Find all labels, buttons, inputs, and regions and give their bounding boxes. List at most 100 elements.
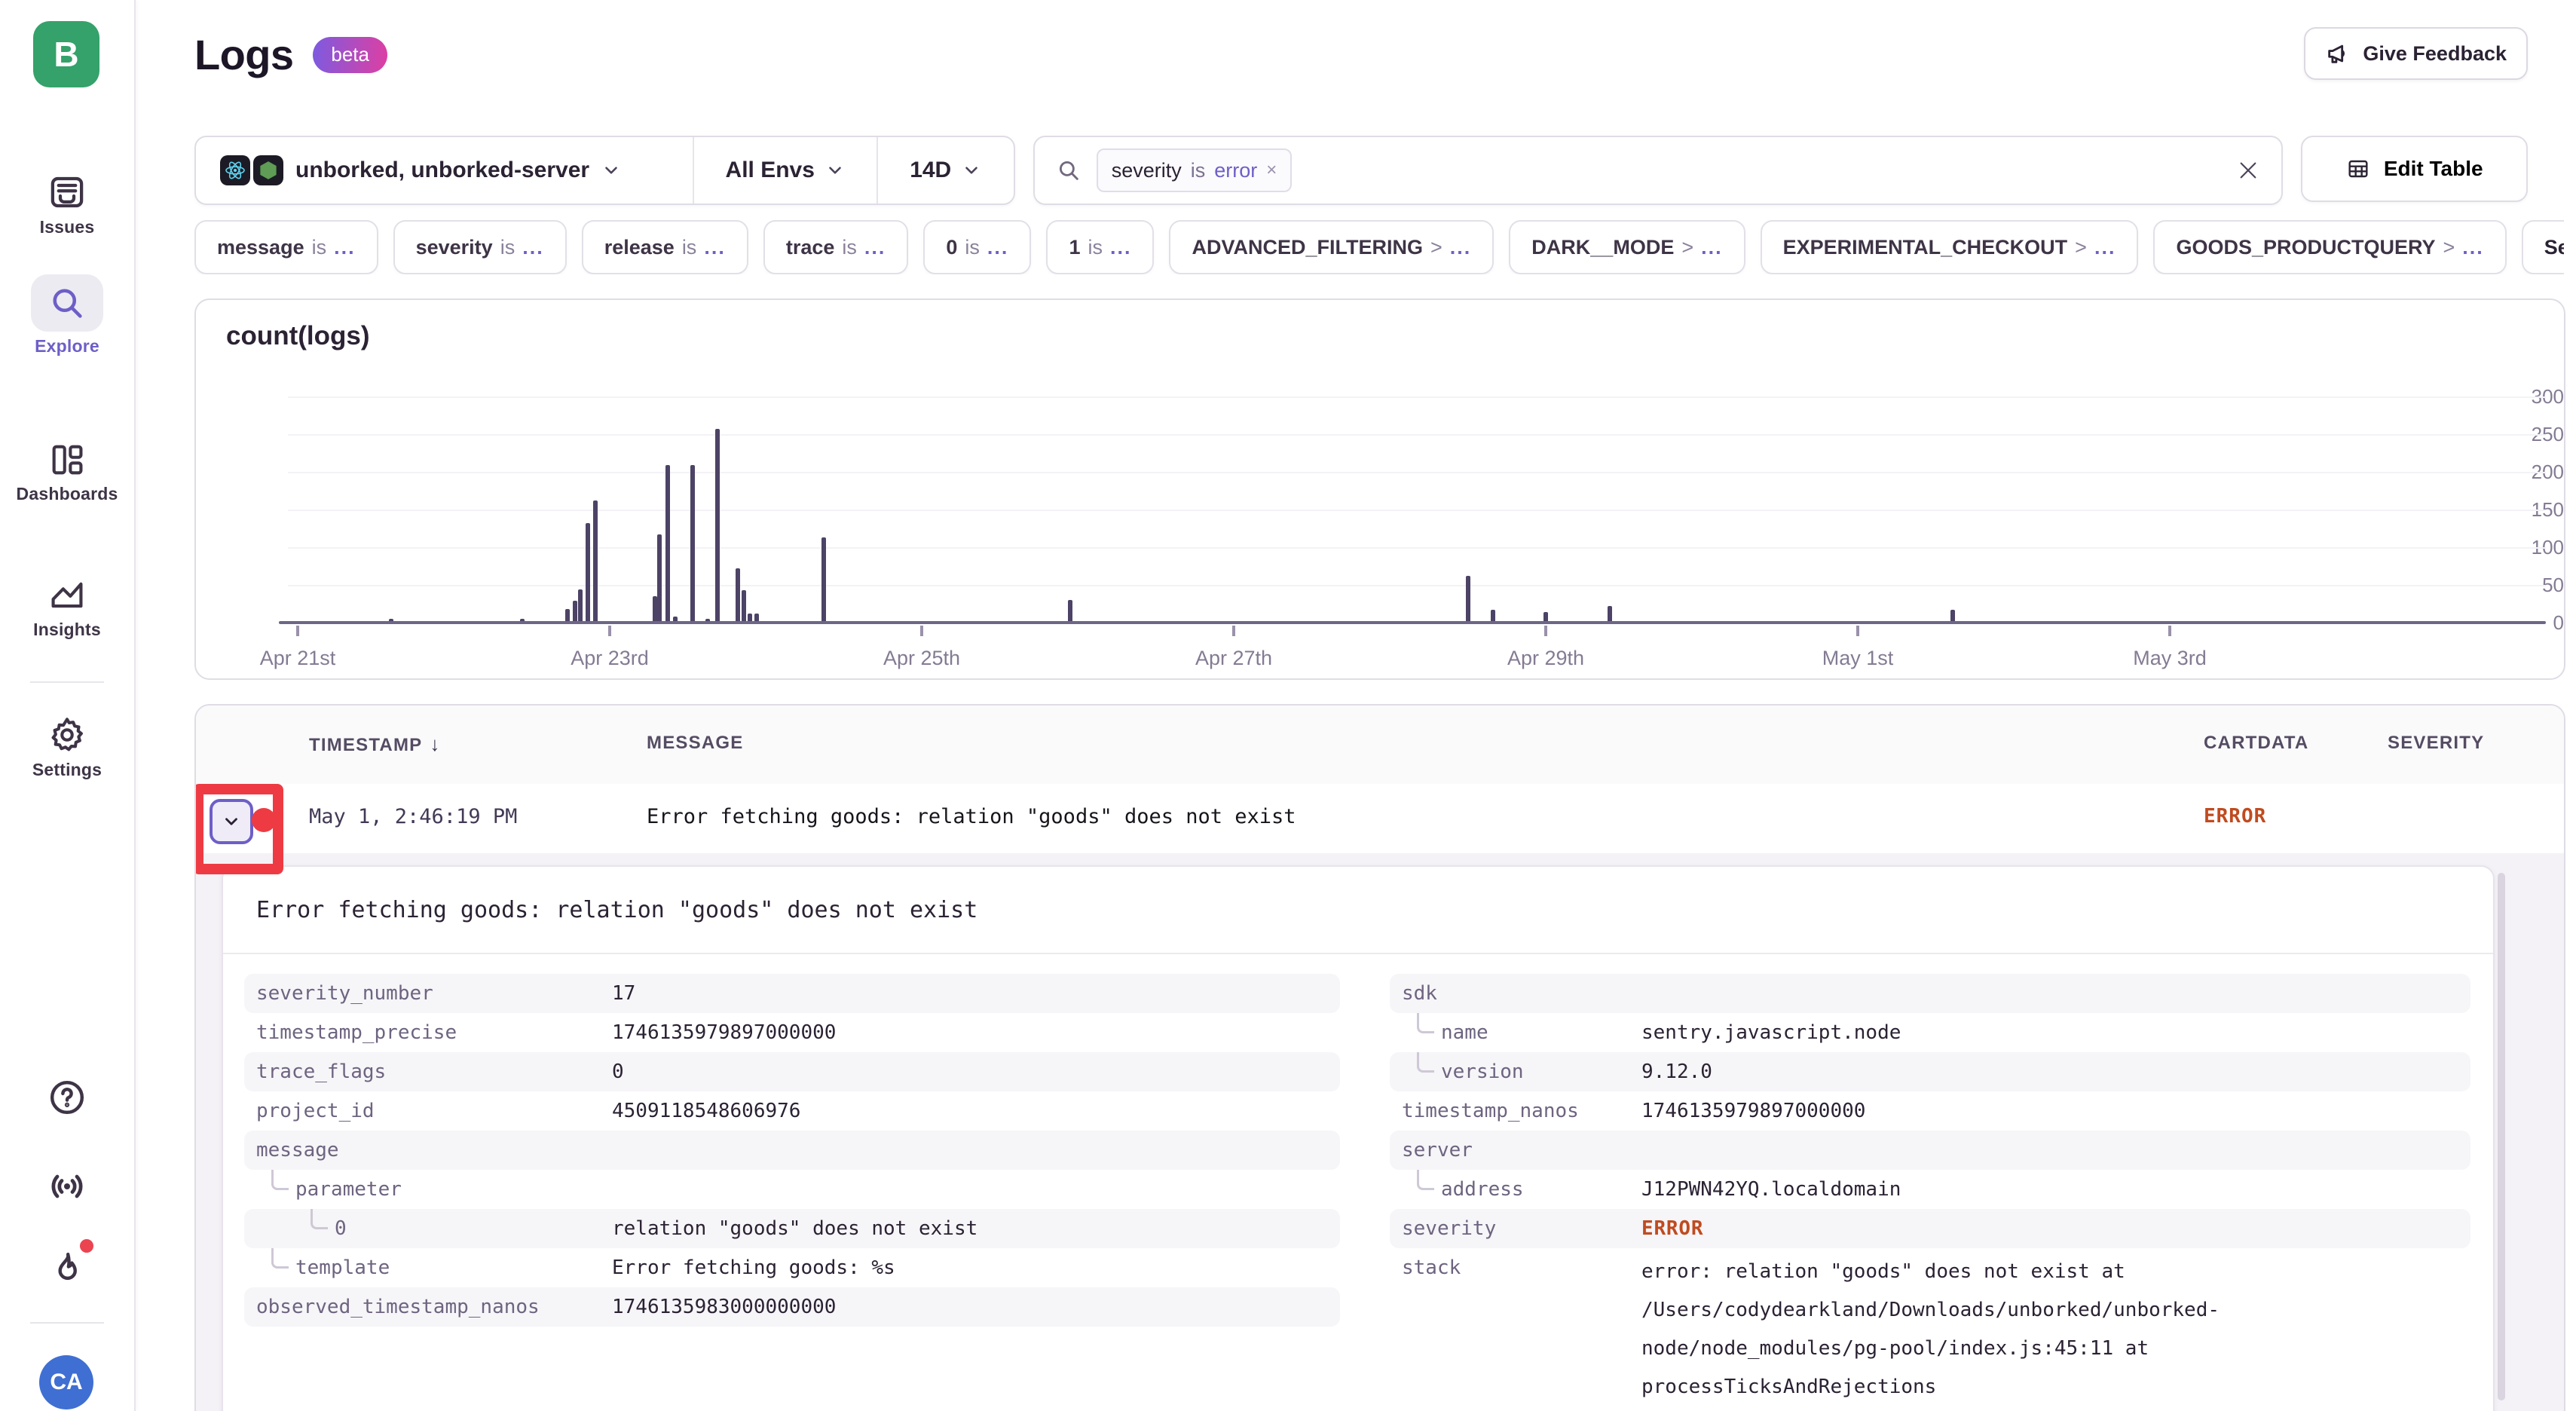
sidebar-item-explore[interactable]: Explore (0, 274, 134, 357)
column-header-message[interactable]: MESSAGE (647, 733, 743, 754)
org-logo[interactable]: B (33, 21, 99, 87)
expand-row-button[interactable] (210, 799, 253, 844)
detail-key: template (295, 1254, 390, 1281)
detail-left-column: severity_number17timestamp_precise174613… (244, 974, 1340, 1327)
filter-chip[interactable]: 1is... (1046, 220, 1154, 274)
chip-operator: > (2075, 236, 2087, 259)
token-remove-icon[interactable]: × (1266, 160, 1277, 181)
detail-key: name (1441, 1019, 1488, 1046)
detail-scrollbar[interactable] (2498, 873, 2505, 1400)
gridline (288, 396, 2546, 398)
chip-operator: is (500, 236, 516, 259)
detail-row: templateError fetching goods: %s (244, 1248, 1340, 1287)
filter-chip[interactable]: messageis... (194, 220, 378, 274)
chart-bar (673, 617, 678, 621)
sidebar-item-label: Settings (32, 760, 102, 780)
filter-chip[interactable]: EXPERIMENTAL_CHECKOUT>... (1761, 220, 2139, 274)
search-token[interactable]: severity is error × (1097, 148, 1293, 192)
x-tick-mark (296, 626, 299, 636)
tree-connector-icon (271, 1248, 289, 1269)
chip-key: ADVANCED_FILTERING (1192, 236, 1423, 259)
gear-icon (47, 715, 87, 755)
date-range-selector[interactable]: 14D (877, 137, 1014, 204)
log-message: Error fetching goods: relation "goods" d… (647, 805, 1296, 828)
app-root: B Issues Explore (0, 0, 2576, 1411)
x-tick-label: Apr 25th (831, 647, 1012, 670)
sidebar-item-issues[interactable]: Issues (0, 172, 134, 237)
x-tick-mark (920, 626, 923, 636)
chip-ellipsis: ... (522, 236, 544, 259)
column-header-timestamp[interactable]: TIMESTAMP↓ (309, 733, 441, 756)
chart-bar (1491, 610, 1495, 621)
logs-count-chart: count(logs) 050100150200250300 Apr 21stA… (194, 298, 2565, 680)
log-row[interactable]: May 1, 2:46:19 PM Error fetching goods: … (196, 784, 2564, 855)
detail-right-column: sdknamesentry.javascript.nodeversion9.12… (1390, 974, 2470, 1411)
filter-chip[interactable]: DARK__MODE>... (1509, 220, 1745, 274)
detail-key: trace_flags (256, 1058, 386, 1085)
project-selector[interactable]: unborked, unborked-server (196, 137, 693, 204)
detail-value: relation "goods" does not exist (612, 1215, 977, 1242)
whats-new-button[interactable] (0, 1164, 134, 1209)
detail-row: observed_timestamp_nanos 1746135983000000… (244, 1287, 1340, 1327)
chart-bar (705, 619, 710, 621)
x-tick-mark (1544, 626, 1547, 636)
chip-ellipsis: ... (1450, 236, 1472, 259)
detail-value: J12PWN42YQ.localdomain (1641, 1176, 1901, 1203)
detail-value: 1746135983000000000 (612, 1293, 836, 1321)
environment-selector[interactable]: All Envs (693, 137, 877, 204)
help-button[interactable] (0, 1076, 134, 1119)
sidebar-item-settings[interactable]: Settings (0, 715, 134, 780)
clear-search-button[interactable] (2236, 158, 2260, 182)
edit-table-button[interactable]: Edit Table (2301, 136, 2528, 202)
sidebar-item-label: Explore (35, 336, 99, 357)
detail-divider (223, 953, 2493, 954)
chart-baseline (279, 621, 2546, 624)
detail-row: timestamp_precise1746135979897000000 (244, 1013, 1340, 1052)
filter-chip[interactable]: releaseis... (582, 220, 748, 274)
detail-key: server (1402, 1137, 1473, 1164)
notification-dot (80, 1239, 93, 1253)
chip-key: 1 (1069, 236, 1080, 259)
page-title: Logs (194, 30, 293, 79)
detail-row: project_id4509118548606976 (244, 1091, 1340, 1131)
chip-ellipsis: ... (1701, 236, 1723, 259)
tree-connector-icon (1417, 1170, 1434, 1190)
filter-chip[interactable]: 0is... (923, 220, 1031, 274)
broadcast-icon (44, 1164, 90, 1209)
chip-ellipsis: ... (1110, 236, 1132, 259)
chart-bar (736, 568, 740, 621)
chevron-down-icon (222, 812, 241, 831)
search-input[interactable]: severity is error × (1033, 136, 2284, 205)
see-full-list-chip[interactable]: See full list (2522, 220, 2564, 274)
sidebar-item-label: Dashboards (17, 484, 118, 504)
detail-key: message (256, 1137, 339, 1164)
column-header-severity[interactable]: SEVERITY (2388, 733, 2484, 754)
column-header-cartdata[interactable]: CARTDATA (2204, 733, 2308, 754)
detail-row: parameter (244, 1170, 1340, 1209)
search-icon (31, 274, 103, 332)
filter-chip[interactable]: ADVANCED_FILTERING>... (1169, 220, 1494, 274)
onboarding-button[interactable] (0, 1248, 134, 1290)
x-tick-label: Apr 21st (207, 647, 388, 670)
filter-chip[interactable]: GOODS_PRODUCTQUERY>... (2153, 220, 2506, 274)
logs-table: TIMESTAMP↓ MESSAGE CARTDATA SEVERITY May… (194, 704, 2565, 1411)
chip-key: DARK__MODE (1531, 236, 1674, 259)
sidebar-item-insights[interactable]: Insights (0, 576, 134, 640)
chart-title: count(logs) (226, 321, 370, 351)
give-feedback-button[interactable]: Give Feedback (2304, 27, 2528, 80)
detail-row: addressJ12PWN42YQ.localdomain (1390, 1170, 2470, 1209)
chart-bar (754, 614, 759, 621)
detail-key: observed_timestamp_nanos (256, 1293, 540, 1321)
detail-value: 1746135979897000000 (612, 1019, 836, 1046)
see-full-list-label: See full list (2544, 236, 2564, 259)
sidebar-item-dashboards[interactable]: Dashboards (0, 440, 134, 504)
detail-value: 1746135979897000000 (1641, 1097, 1865, 1125)
gridline (288, 434, 2546, 436)
search-icon (1056, 158, 1081, 183)
user-avatar[interactable]: CA (39, 1355, 93, 1409)
chart-bar (665, 465, 670, 621)
filter-chip[interactable]: severityis... (393, 220, 567, 274)
chart-plot[interactable]: Apr 21stApr 23rdApr 25thApr 27thApr 29th… (288, 396, 2546, 623)
beta-badge: beta (313, 37, 387, 73)
filter-chip[interactable]: traceis... (763, 220, 909, 274)
